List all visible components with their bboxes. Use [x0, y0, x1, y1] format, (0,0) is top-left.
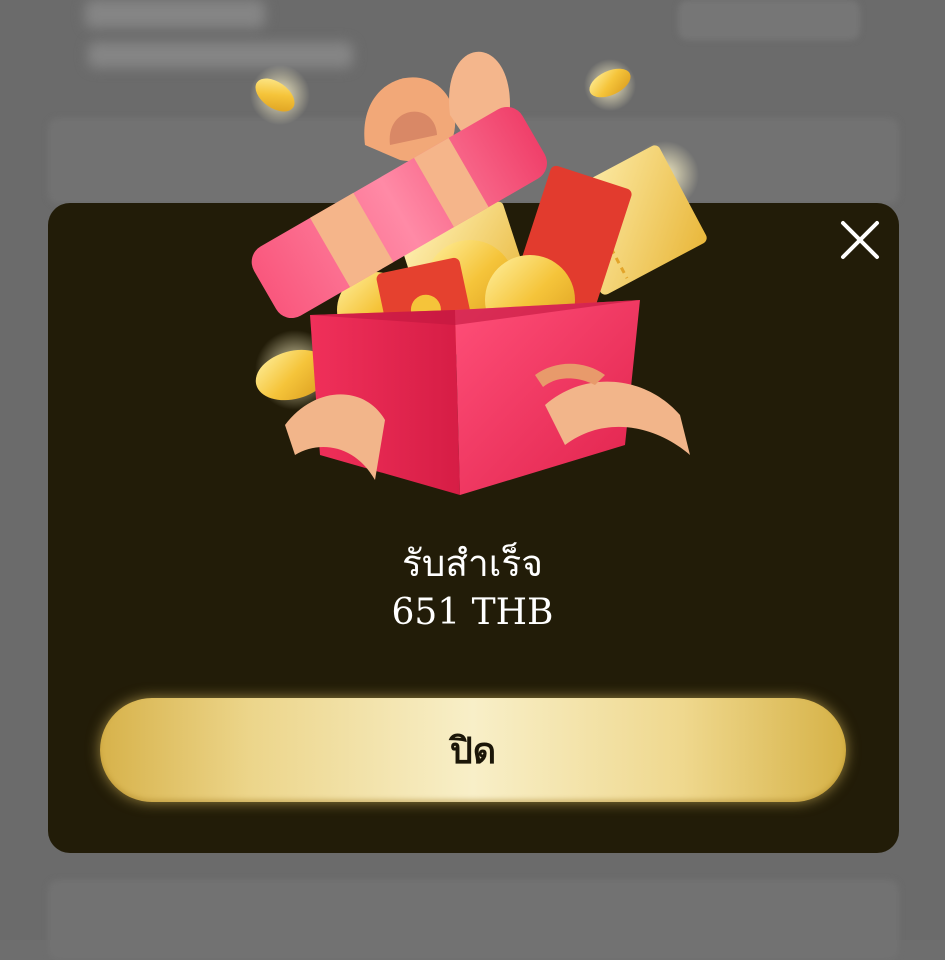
- close-button[interactable]: [832, 212, 888, 268]
- success-message: รับสำเร็จ: [402, 542, 543, 585]
- close-dialog-button[interactable]: ปิด: [100, 698, 846, 802]
- close-icon: [841, 221, 879, 259]
- background-card: [48, 880, 899, 960]
- close-dialog-button-label: ปิด: [449, 730, 497, 772]
- reward-amount: 651 THB: [391, 592, 554, 633]
- background-text-line: [85, 0, 265, 28]
- gift-box-illustration: [250, 51, 707, 495]
